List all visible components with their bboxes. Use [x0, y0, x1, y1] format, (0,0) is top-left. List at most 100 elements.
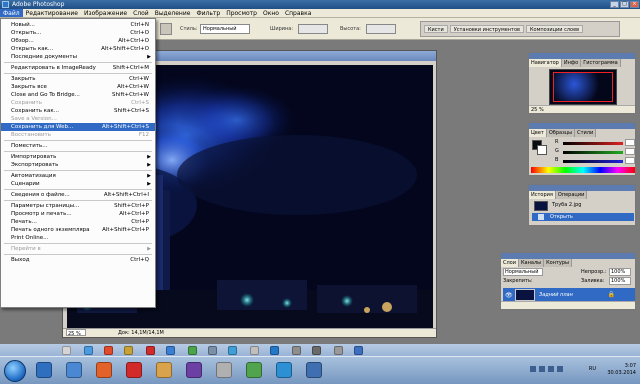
- opera-icon[interactable]: [146, 346, 155, 355]
- windows-explorer-icon[interactable]: [66, 362, 82, 378]
- utorrent-icon[interactable]: [246, 362, 262, 378]
- palette-tab[interactable]: Цвет: [529, 129, 547, 137]
- history-snapshot[interactable]: Труба 2.jpg: [532, 200, 634, 212]
- opera-icon[interactable]: [126, 362, 142, 378]
- channel-value-input[interactable]: [625, 157, 635, 164]
- navigator-view-box[interactable]: [553, 72, 613, 102]
- palette-tab[interactable]: Образцы: [546, 129, 576, 137]
- blend-mode-select[interactable]: Нормальный: [503, 268, 543, 276]
- file-menu-item[interactable]: Сохранить как... Shift+Ctrl+S: [1, 107, 155, 115]
- height-input[interactable]: [366, 24, 396, 34]
- app-icon[interactable]: [334, 346, 343, 355]
- palette-tab[interactable]: Гистограмма: [581, 59, 621, 67]
- file-menu-item[interactable]: Close and Go To Bridge... Shift+Ctrl+W: [1, 91, 155, 99]
- width-input[interactable]: [298, 24, 328, 34]
- maximize-button[interactable]: □: [620, 1, 629, 8]
- photoshop-taskbar-icon[interactable]: [306, 362, 322, 378]
- palette-tab[interactable]: Инфо: [561, 59, 582, 67]
- internet-explorer-icon[interactable]: [84, 346, 93, 355]
- file-menu-item[interactable]: Сценарии ▶: [1, 180, 155, 188]
- background-color-swatch[interactable]: [537, 145, 547, 155]
- tool-preset-icon[interactable]: [160, 23, 172, 35]
- tray-icon[interactable]: [539, 366, 545, 372]
- start-button[interactable]: [4, 360, 26, 382]
- minimize-button[interactable]: _: [610, 1, 619, 8]
- menu-6[interactable]: Просмотр: [223, 9, 260, 17]
- menu-7[interactable]: Окно: [260, 9, 282, 17]
- app-icon[interactable]: [208, 346, 217, 355]
- file-menu-item[interactable]: Сохранить для Web... Alt+Shift+Ctrl+S: [1, 123, 155, 131]
- menu-1[interactable]: Редактирование: [23, 9, 81, 17]
- visual-studio-icon[interactable]: [186, 362, 202, 378]
- file-menu-item[interactable]: Печать одного экземпляра Alt+Shift+Ctrl+P: [1, 226, 155, 234]
- network-icon[interactable]: [557, 366, 563, 372]
- file-menu-item[interactable]: Сведения о файле... Alt+Shift+Ctrl+I: [1, 191, 155, 199]
- navigator-zoom[interactable]: 25 %: [529, 105, 635, 113]
- file-menu-item[interactable]: Print Online...: [1, 234, 155, 242]
- palette-tab[interactable]: Стили: [575, 129, 597, 137]
- channel-value-input[interactable]: [625, 148, 635, 155]
- close-button[interactable]: ×: [630, 1, 639, 8]
- taskbar-clock[interactable]: 3:07 30.03.2014: [607, 363, 636, 377]
- app-icon[interactable]: [270, 346, 279, 355]
- file-menu-item[interactable]: Поместить...: [1, 142, 155, 150]
- color-ramp[interactable]: [531, 167, 635, 173]
- file-menu-item[interactable]: Экспортировать ▶: [1, 161, 155, 169]
- palette-well-tab[interactable]: Кисти: [424, 25, 448, 33]
- app-icon[interactable]: [292, 346, 301, 355]
- tray-icon[interactable]: [530, 366, 536, 372]
- palette-tab[interactable]: Навигатор: [529, 59, 562, 67]
- history-step[interactable]: Открыть: [532, 213, 634, 221]
- layer-row[interactable]: 👁 Задний план 🔒: [503, 288, 635, 302]
- palette-tab[interactable]: История: [529, 191, 556, 199]
- palette-tab[interactable]: Каналы: [519, 259, 545, 267]
- palette-well-tab[interactable]: Композиции слоев: [525, 25, 584, 33]
- file-menu-item[interactable]: Выход Ctrl+Q: [1, 256, 155, 264]
- channel-slider[interactable]: [563, 151, 623, 154]
- menu-3[interactable]: Слой: [130, 9, 152, 17]
- internet-explorer-icon[interactable]: [36, 362, 52, 378]
- firefox-icon[interactable]: [104, 346, 113, 355]
- file-menu-item[interactable]: Открыть как... Alt+Shift+Ctrl+O: [1, 45, 155, 53]
- firefox-icon[interactable]: [96, 362, 112, 378]
- volume-icon[interactable]: [548, 366, 554, 372]
- folder-icon[interactable]: [124, 346, 133, 355]
- palette-tab[interactable]: Операции: [555, 191, 588, 199]
- app-icon[interactable]: [156, 362, 172, 378]
- file-menu-item[interactable]: Закрыть Ctrl+W: [1, 75, 155, 83]
- channel-value-input[interactable]: [625, 139, 635, 146]
- fill-input[interactable]: 100%: [609, 277, 631, 285]
- file-menu-item[interactable]: Параметры страницы... Shift+Ctrl+P: [1, 202, 155, 210]
- file-menu-item[interactable]: Обзор... Alt+Ctrl+O: [1, 37, 155, 45]
- language-indicator[interactable]: RU: [589, 366, 596, 372]
- opacity-input[interactable]: 100%: [609, 268, 631, 276]
- zoom-field[interactable]: 25 %: [66, 329, 86, 337]
- skype-icon[interactable]: [276, 362, 292, 378]
- eye-icon[interactable]: 👁: [505, 292, 513, 299]
- palette-well-tab[interactable]: Установки инструментов: [449, 25, 524, 33]
- navigator-thumbnail[interactable]: [549, 69, 617, 105]
- file-menu-item[interactable]: Последние документы ▶: [1, 53, 155, 61]
- menu-8[interactable]: Справка: [282, 9, 314, 17]
- file-menu-item[interactable]: Просмотр и печать... Alt+Ctrl+P: [1, 210, 155, 218]
- file-menu-item[interactable]: Редактировать в ImageReady Shift+Ctrl+M: [1, 64, 155, 72]
- menu-5[interactable]: Фильтр: [193, 9, 223, 17]
- palette-tab[interactable]: Слои: [501, 259, 519, 267]
- app-icon[interactable]: [216, 362, 232, 378]
- menu-2[interactable]: Изображение: [81, 9, 130, 17]
- file-menu-item[interactable]: Печать... Ctrl+P: [1, 218, 155, 226]
- palette-tab[interactable]: Контуры: [544, 259, 572, 267]
- skype-icon[interactable]: [228, 346, 237, 355]
- file-menu-item[interactable]: Открыть... Ctrl+O: [1, 29, 155, 37]
- menu-0[interactable]: Файл: [0, 9, 23, 17]
- file-menu-item[interactable]: Закрыть все Alt+Ctrl+W: [1, 83, 155, 91]
- file-menu-item[interactable]: Новый... Ctrl+N: [1, 21, 155, 29]
- utorrent-icon[interactable]: [188, 346, 197, 355]
- file-menu-item[interactable]: Автоматизация ▶: [1, 172, 155, 180]
- channel-slider[interactable]: [563, 160, 623, 163]
- app-icon[interactable]: [312, 346, 321, 355]
- menu-4[interactable]: Выделение: [152, 9, 194, 17]
- file-menu-item[interactable]: Импортировать ▶: [1, 153, 155, 161]
- app-icon[interactable]: [354, 346, 363, 355]
- app-icon[interactable]: [166, 346, 175, 355]
